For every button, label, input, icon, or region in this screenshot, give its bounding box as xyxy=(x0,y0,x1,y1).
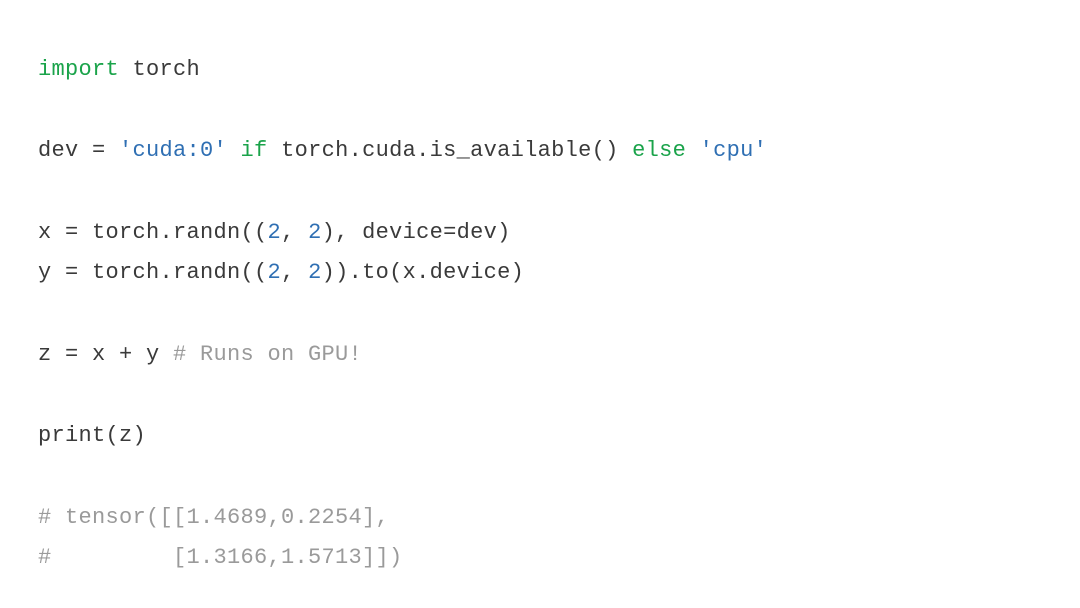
expression: print(z) xyxy=(38,423,146,448)
code-block: import torch dev = 'cuda:0' if torch.cud… xyxy=(38,50,1042,579)
comment: # tensor([[1.4689,0.2254], xyxy=(38,505,389,530)
number-literal: 2 xyxy=(268,220,282,245)
line-5: z = x + y # Runs on GPU! xyxy=(38,342,362,367)
line-7: # tensor([[1.4689,0.2254], xyxy=(38,505,389,530)
module-name: torch xyxy=(119,57,200,82)
separator: , xyxy=(281,220,308,245)
number-literal: 2 xyxy=(268,260,282,285)
string-literal: 'cuda:0' xyxy=(119,138,227,163)
comment: # [1.3166,1.5713]]) xyxy=(38,545,403,570)
line-4: y = torch.randn((2, 2)).to(x.device) xyxy=(38,260,524,285)
line-8: # [1.3166,1.5713]]) xyxy=(38,545,403,570)
keyword-import: import xyxy=(38,57,119,82)
line-1: import torch xyxy=(38,57,200,82)
string-literal: 'cpu' xyxy=(686,138,767,163)
expression: ), device=dev) xyxy=(322,220,511,245)
separator: , xyxy=(281,260,308,285)
line-6: print(z) xyxy=(38,423,146,448)
expression: z = x + y xyxy=(38,342,173,367)
expression: x = torch.randn(( xyxy=(38,220,268,245)
comment: # Runs on GPU! xyxy=(173,342,362,367)
number-literal: 2 xyxy=(308,260,322,285)
expression: torch.cuda.is_available() xyxy=(268,138,633,163)
expression: y = torch.randn(( xyxy=(38,260,268,285)
var-assign: dev = xyxy=(38,138,119,163)
keyword-if: if xyxy=(227,138,268,163)
keyword-else: else xyxy=(632,138,686,163)
expression: )).to(x.device) xyxy=(322,260,525,285)
line-3: x = torch.randn((2, 2), device=dev) xyxy=(38,220,511,245)
line-2: dev = 'cuda:0' if torch.cuda.is_availabl… xyxy=(38,138,767,163)
number-literal: 2 xyxy=(308,220,322,245)
